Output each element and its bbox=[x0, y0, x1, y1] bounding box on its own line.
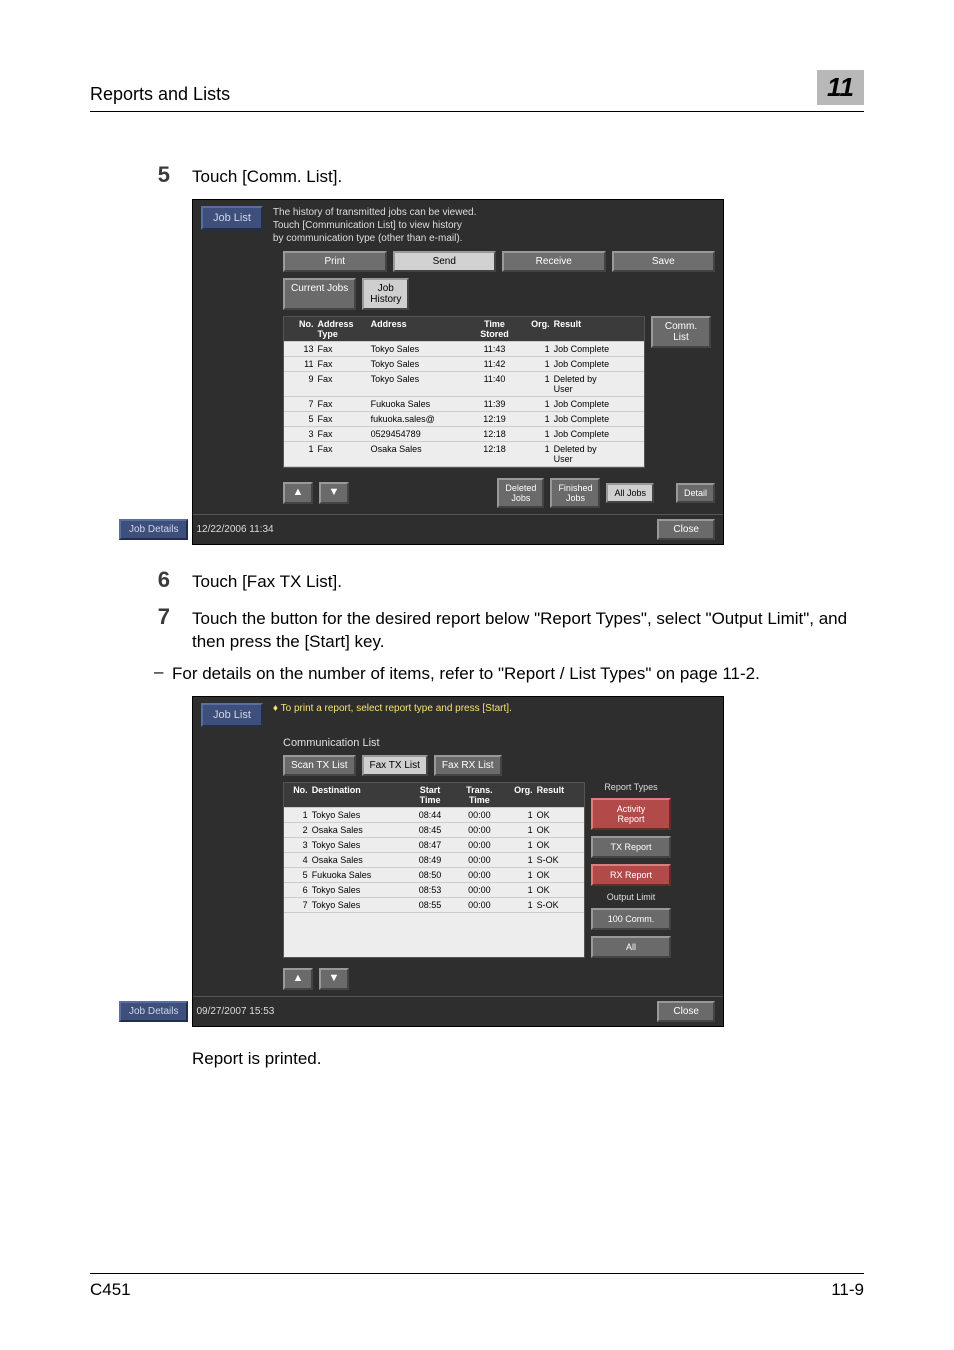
datetime-label: 09/27/2007 15:53 bbox=[196, 1006, 274, 1017]
finished-jobs-button[interactable]: Finished Jobs bbox=[550, 478, 600, 508]
substep-text: For details on the number of items, refe… bbox=[172, 662, 864, 686]
table-row[interactable]: 2Osaka Sales08:4500:001OK bbox=[284, 823, 584, 838]
col-org: Org. bbox=[520, 317, 552, 341]
subtab-current-jobs[interactable]: Current Jobs bbox=[283, 278, 356, 310]
table-row[interactable]: 9FaxTokyo Sales11:401Deleted by User bbox=[284, 372, 644, 397]
col-destination: Destination bbox=[310, 783, 407, 807]
hint-text: ♦ To print a report, select report type … bbox=[273, 703, 512, 714]
table-row[interactable]: 3Tokyo Sales08:4700:001OK bbox=[284, 838, 584, 853]
activity-report-button[interactable]: Activity Report bbox=[591, 798, 671, 830]
col-start-time: Start Time bbox=[406, 783, 453, 807]
tab-receive[interactable]: Receive bbox=[502, 251, 606, 272]
all-button[interactable]: All bbox=[591, 936, 671, 958]
job-details-button[interactable]: Job Details bbox=[119, 519, 188, 540]
tab-send[interactable]: Send bbox=[393, 251, 497, 272]
job-history-table: No. Address Type Address Time Stored Org… bbox=[283, 316, 645, 468]
table-row[interactable]: 1FaxOsaka Sales12:181Deleted by User bbox=[284, 442, 644, 467]
result-text: Report is printed. bbox=[192, 1049, 864, 1069]
table-row[interactable]: 7FaxFukuoka Sales11:391Job Complete bbox=[284, 397, 644, 412]
step-text: Touch [Fax TX List]. bbox=[192, 567, 864, 594]
header-title: Reports and Lists bbox=[90, 84, 230, 105]
table-row[interactable]: 1Tokyo Sales08:4400:001OK bbox=[284, 808, 584, 823]
col-time: Time Stored bbox=[469, 317, 520, 341]
arrow-down-icon[interactable]: ▼ bbox=[319, 968, 349, 990]
100-comm-button[interactable]: 100 Comm. bbox=[591, 908, 671, 930]
arrow-down-icon[interactable]: ▼ bbox=[319, 482, 349, 504]
table-row[interactable]: 5Fukuoka Sales08:5000:001OK bbox=[284, 868, 584, 883]
job-details-button[interactable]: Job Details bbox=[119, 1001, 188, 1022]
col-address: Address bbox=[369, 317, 469, 341]
tab-print[interactable]: Print bbox=[283, 251, 387, 272]
hint-text: The history of transmitted jobs can be v… bbox=[273, 206, 715, 245]
close-button[interactable]: Close bbox=[657, 1001, 715, 1022]
tx-report-button[interactable]: TX Report bbox=[591, 836, 671, 858]
col-no: No. bbox=[284, 317, 316, 341]
tab-scan-tx-list[interactable]: Scan TX List bbox=[283, 755, 356, 776]
all-jobs-button[interactable]: All Jobs bbox=[606, 483, 654, 503]
deleted-jobs-button[interactable]: Deleted Jobs bbox=[497, 478, 544, 508]
tab-save[interactable]: Save bbox=[612, 251, 716, 272]
footer-model: C451 bbox=[90, 1280, 131, 1300]
fax-tx-table: No. Destination Start Time Trans. Time O… bbox=[283, 782, 585, 958]
output-limit-label: Output Limit bbox=[591, 892, 671, 902]
tab-fax-tx-list[interactable]: Fax TX List bbox=[362, 755, 428, 776]
datetime-label: 12/22/2006 11:34 bbox=[196, 524, 273, 535]
arrow-up-icon[interactable]: ▲ bbox=[283, 482, 313, 504]
col-trans-time: Trans. Time bbox=[454, 783, 505, 807]
step-text: Touch the button for the desired report … bbox=[192, 604, 864, 655]
table-row[interactable]: 6Tokyo Sales08:5300:001OK bbox=[284, 883, 584, 898]
step-text: Touch [Comm. List]. bbox=[192, 162, 864, 189]
subtab-job-history[interactable]: Job History bbox=[362, 278, 409, 310]
col-type: Address Type bbox=[316, 317, 369, 341]
step-number: 7 bbox=[90, 604, 192, 655]
tab-fax-rx-list[interactable]: Fax RX List bbox=[434, 755, 502, 776]
detail-button[interactable]: Detail bbox=[676, 483, 715, 503]
step-number: 6 bbox=[90, 567, 192, 594]
comm-list-button[interactable]: Comm. List bbox=[651, 316, 711, 348]
job-list-button[interactable]: Job List bbox=[201, 206, 263, 230]
col-result: Result bbox=[552, 317, 644, 341]
table-row[interactable]: 11FaxTokyo Sales11:421Job Complete bbox=[284, 357, 644, 372]
rx-report-button[interactable]: RX Report bbox=[591, 864, 671, 886]
table-row[interactable]: 3Fax052945478912:181Job Complete bbox=[284, 427, 644, 442]
col-no: No. bbox=[284, 783, 310, 807]
chapter-badge: 11 bbox=[817, 70, 864, 105]
table-row[interactable]: 13FaxTokyo Sales11:431Job Complete bbox=[284, 342, 644, 357]
table-row[interactable]: 5Faxfukuoka.sales@12:191Job Complete bbox=[284, 412, 644, 427]
table-row[interactable]: 7Tokyo Sales08:5500:001S-OK bbox=[284, 898, 584, 913]
screenshot-comm-list: Job List The history of transmitted jobs… bbox=[192, 199, 724, 545]
close-button[interactable]: Close bbox=[657, 519, 715, 540]
dash-icon: – bbox=[154, 662, 172, 686]
job-list-button[interactable]: Job List bbox=[201, 703, 263, 727]
col-result: Result bbox=[535, 783, 584, 807]
arrow-up-icon[interactable]: ▲ bbox=[283, 968, 313, 990]
screenshot-fax-tx-list: Job List ♦ To print a report, select rep… bbox=[192, 696, 724, 1027]
col-org: Org. bbox=[505, 783, 535, 807]
step-number: 5 bbox=[90, 162, 192, 189]
table-row[interactable]: 4Osaka Sales08:4900:001S-OK bbox=[284, 853, 584, 868]
report-types-label: Report Types bbox=[591, 782, 671, 792]
section-title: Communication List bbox=[193, 731, 723, 753]
footer-page: 11-9 bbox=[831, 1280, 864, 1300]
